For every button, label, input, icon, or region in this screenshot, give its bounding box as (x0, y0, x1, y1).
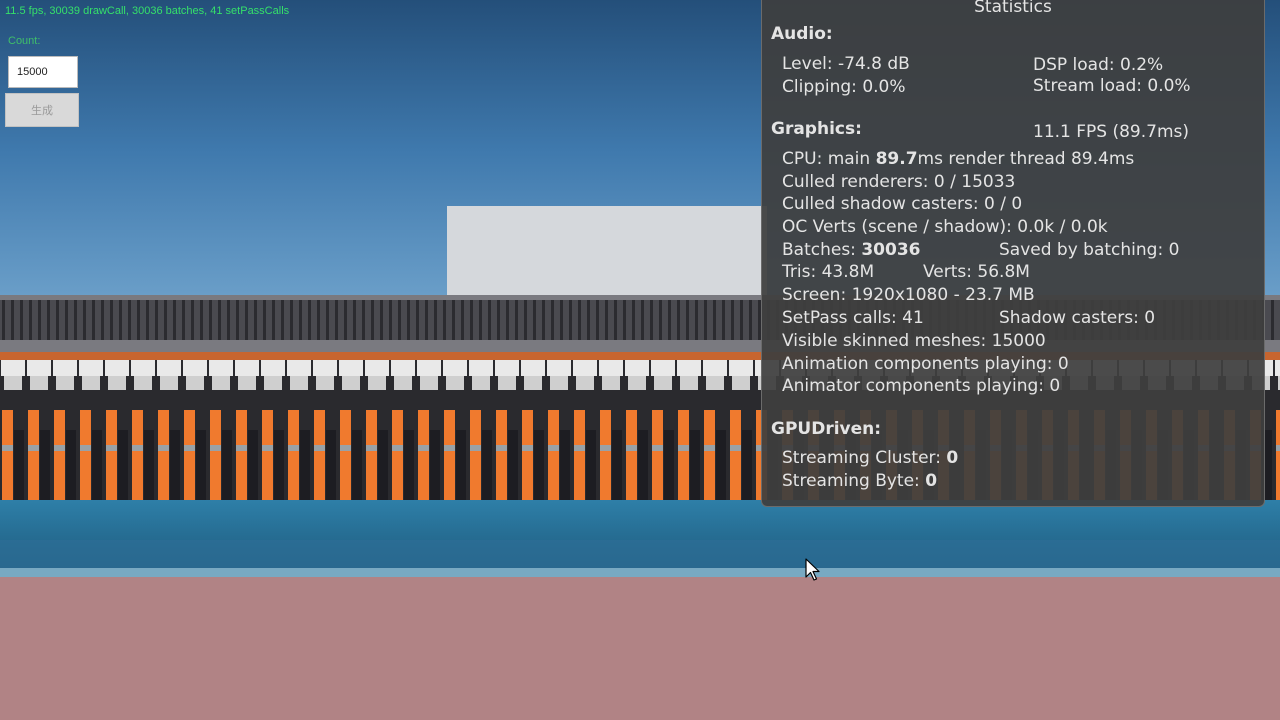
graphics-culled-shadow-casters: Culled shadow casters: 0 / 0 (782, 194, 1023, 214)
streaming-byte-value: 0 (925, 471, 938, 491)
gpudriven-streaming-cluster: Streaming Cluster: 0 (782, 448, 959, 468)
graphics-verts: Verts: 56.8M (923, 262, 1030, 282)
cpu-main-value: 89.7 (875, 149, 918, 169)
count-input[interactable] (8, 56, 78, 88)
graphics-fps: 11.1 FPS (89.7ms) (1033, 122, 1190, 142)
graphics-cpu: CPU: main 89.7ms render thread 89.4ms (782, 149, 1135, 169)
batches-value: 30036 (861, 240, 921, 260)
graphics-screen: Screen: 1920x1080 - 23.7 MB (782, 285, 1035, 305)
graphics-shadow-casters: Shadow casters: 0 (999, 308, 1156, 328)
graphics-animation-components: Animation components playing: 0 (782, 354, 1069, 374)
graphics-batches: Batches: 30036 (782, 240, 921, 260)
audio-dsp-load: DSP load: 0.2% (1033, 55, 1164, 75)
gpudriven-streaming-byte: Streaming Byte: 0 (782, 471, 938, 491)
statistics-title: Statistics (974, 0, 1052, 17)
streaming-cluster-value: 0 (946, 448, 959, 468)
gpudriven-heading: GPUDriven: (771, 419, 882, 439)
graphics-heading: Graphics: (771, 119, 862, 139)
graphics-saved-by-batching: Saved by batching: 0 (999, 240, 1180, 260)
generate-button[interactable]: 生成 (5, 93, 79, 127)
audio-heading: Audio: (771, 24, 833, 44)
graphics-tris: Tris: 43.8M (782, 262, 875, 282)
graphics-setpass-calls: SetPass calls: 41 (782, 308, 924, 328)
mouse-pointer-icon (805, 558, 820, 581)
audio-stream-load: Stream load: 0.0% (1033, 76, 1191, 96)
audio-clipping: Clipping: 0.0% (782, 77, 906, 97)
graphics-culled-renderers: Culled renderers: 0 / 15033 (782, 172, 1016, 192)
statistics-panel: Statistics Audio: Level: -74.8 dB DSP lo… (761, 0, 1265, 507)
fps-readout: 11.5 fps, 30039 drawCall, 30036 batches,… (5, 5, 290, 17)
graphics-visible-skinned-meshes: Visible skinned meshes: 15000 (782, 331, 1046, 351)
audio-level: Level: -74.8 dB (782, 54, 910, 74)
graphics-animator-components: Animator components playing: 0 (782, 376, 1061, 396)
graphics-oc-verts: OC Verts (scene / shadow): 0.0k / 0.0k (782, 217, 1108, 237)
count-label: Count: (8, 35, 41, 47)
